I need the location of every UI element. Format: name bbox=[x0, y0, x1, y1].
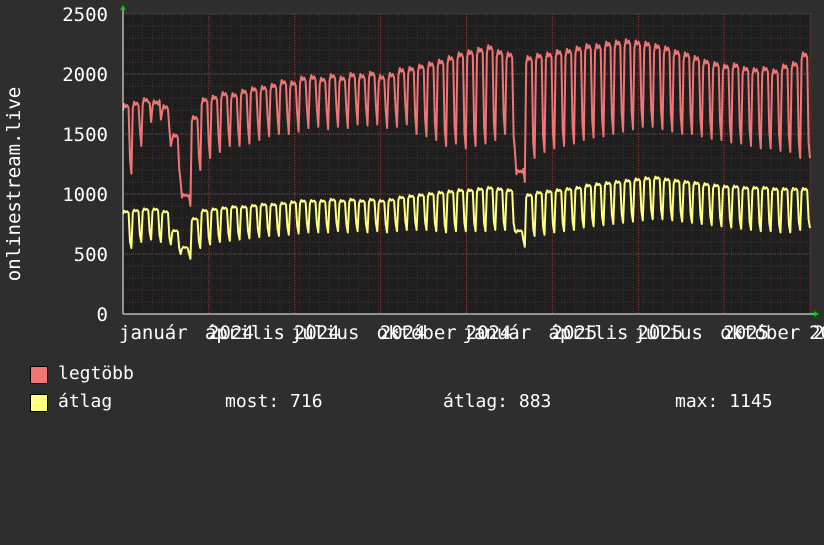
y-axis-title: onlinestream.live bbox=[3, 87, 25, 281]
stat-atlag-label: átlag: bbox=[443, 391, 509, 412]
legend-item-legtobb: legtöbb bbox=[30, 363, 134, 385]
stat-atlag-value: 883 bbox=[518, 391, 552, 412]
x-tick-label: január bbox=[463, 322, 532, 344]
stat-most: most: 716 bbox=[225, 391, 323, 413]
x-tick-label: 2 bbox=[813, 322, 824, 344]
x-tick-label: október bbox=[720, 322, 800, 344]
chart: 0 500 1000 1500 2000 2500 január 2024 április 202… bbox=[0, 0, 824, 430]
x-tick-label: július bbox=[291, 322, 360, 344]
stat-most-label: most: bbox=[225, 391, 280, 412]
y-tick-label: 2000 bbox=[62, 64, 108, 86]
x-tick-label: július bbox=[634, 322, 703, 344]
legend-label-atlag: átlag bbox=[58, 391, 113, 412]
y-tick-label: 1000 bbox=[62, 184, 108, 206]
legend-item-atlag: átlag most: 716 átlag: 883 max: 1145 bbox=[30, 391, 810, 413]
y-tick-label: 2500 bbox=[62, 4, 108, 26]
stat-max: max: 1145 bbox=[675, 391, 773, 413]
x-tick-label: április bbox=[205, 322, 285, 344]
legend-label-legtobb: legtöbb bbox=[58, 363, 134, 384]
stat-max-label: max: bbox=[675, 391, 719, 412]
x-tick-label: január bbox=[119, 322, 188, 344]
y-tick-label: 1500 bbox=[62, 124, 108, 146]
stat-atlag: átlag: 883 bbox=[443, 391, 551, 413]
y-tick-label: 0 bbox=[97, 304, 108, 326]
legend-swatch-legtobb bbox=[30, 366, 48, 384]
chart-svg: 05001000150020002500január 2024április 202… bbox=[3, 4, 824, 344]
y-axis-arrow bbox=[120, 5, 126, 10]
legend-swatch-atlag bbox=[30, 394, 48, 412]
x-axis-arrow bbox=[814, 311, 819, 317]
x-tick-label: október bbox=[377, 322, 457, 344]
x-tick-label: április bbox=[548, 322, 628, 344]
stat-max-value: 1145 bbox=[729, 391, 773, 412]
stat-most-value: 716 bbox=[290, 391, 323, 412]
y-tick-label: 500 bbox=[74, 244, 108, 266]
